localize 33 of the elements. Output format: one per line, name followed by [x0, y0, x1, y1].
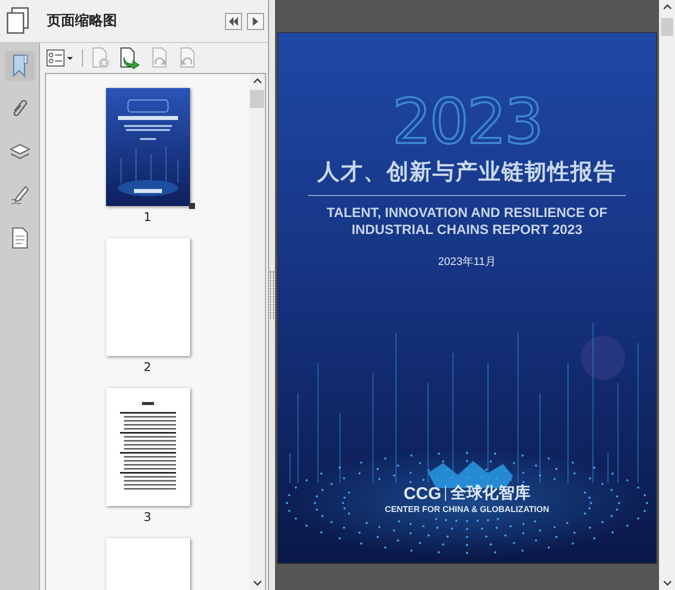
cover-year: 2023 — [392, 91, 542, 153]
triangle-icon — [250, 16, 261, 26]
page-number: 3 — [144, 510, 152, 524]
expand-button[interactable] — [247, 12, 264, 30]
cover-subtitle: INDUSTRIAL CHAINS REPORT 2023 — [352, 221, 582, 238]
logo-tagline: CENTER FOR CHINA & GLOBALIZATION — [384, 504, 550, 514]
scroll-thumb[interactable] — [661, 18, 673, 36]
double-triangle-icon — [228, 16, 239, 26]
scroll-down-icon[interactable] — [662, 580, 672, 586]
page-number: 2 — [144, 360, 152, 374]
panel-title: 页面缩略图 — [47, 12, 118, 30]
scroll-up-icon[interactable] — [252, 78, 262, 84]
logo-name: 全球化智库 — [450, 483, 530, 504]
insert-button[interactable] — [119, 47, 141, 69]
page-thumbnail[interactable] — [106, 88, 190, 206]
bookmark-icon[interactable] — [4, 51, 34, 81]
options-button[interactable] — [46, 49, 74, 67]
logo-mark: CCG — [404, 484, 442, 504]
splitter-handle[interactable] — [268, 0, 275, 590]
cover-title: 人才、创新与产业链韧性报告 — [318, 159, 616, 187]
collapse-button[interactable] — [225, 12, 242, 30]
page-thumbnail[interactable] — [106, 388, 190, 506]
scroll-up-icon[interactable] — [662, 4, 672, 10]
scroll-thumb[interactable] — [250, 90, 264, 108]
scrollbar[interactable] — [659, 0, 675, 590]
scroll-down-icon[interactable] — [252, 580, 262, 586]
pages-icon[interactable] — [6, 7, 30, 35]
resize-handle[interactable] — [188, 203, 194, 209]
page-thumbnail[interactable] — [106, 238, 190, 356]
page-number: 1 — [144, 210, 152, 224]
cover-subtitle: TALENT, INNOVATION AND RESILIENCE OF — [326, 204, 608, 221]
scrollbar[interactable] — [249, 74, 265, 590]
cover-date: 2023年11月 — [438, 255, 496, 269]
